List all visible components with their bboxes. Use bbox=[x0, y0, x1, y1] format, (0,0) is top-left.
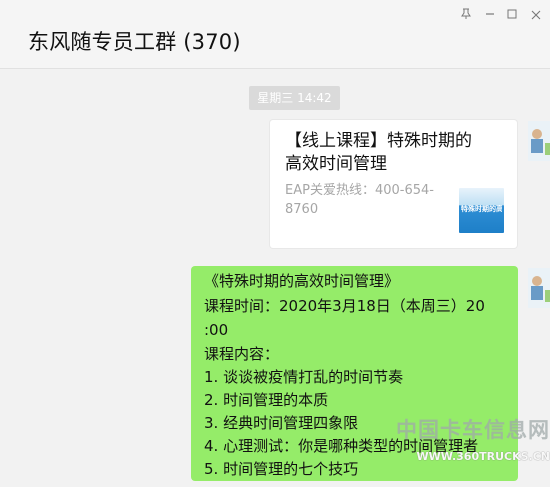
maximize-icon[interactable] bbox=[502, 6, 522, 26]
message-line: 课程时间：2020年3月18日（本周三）20 bbox=[204, 297, 485, 315]
chat-header: 东风随专员工群 (370) bbox=[0, 0, 550, 69]
message-timestamp: 星期三 14:42 bbox=[249, 86, 340, 110]
chat-title: 东风随专员工群 (370) bbox=[28, 30, 241, 54]
message-line: 2. 时间管理的本质 bbox=[204, 391, 329, 409]
message-line: :00 bbox=[204, 321, 229, 339]
thumbnail-text: 特殊时期的高效时间管理 bbox=[461, 205, 502, 213]
card-thumbnail: 特殊时期的高效时间管理 bbox=[459, 188, 504, 233]
message-line: 《特殊时期的高效时间管理》 bbox=[204, 272, 400, 290]
pin-icon[interactable] bbox=[456, 6, 476, 26]
sender-avatar[interactable] bbox=[528, 268, 550, 308]
message-line: 1. 谈谈被疫情打乱的时间节奏 bbox=[204, 368, 404, 386]
card-title: 【线上课程】特殊时期的高效时间管理 bbox=[285, 131, 472, 174]
message-line: 5. 时间管理的七个技巧 bbox=[204, 460, 359, 478]
article-link-card[interactable]: 【线上课程】特殊时期的高效时间管理 EAP关爱热线：400-654-8760 特… bbox=[270, 120, 517, 248]
close-icon[interactable] bbox=[526, 6, 546, 26]
text-message-bubble[interactable]: 《特殊时期的高效时间管理》 课程时间：2020年3月18日（本周三）20 :00… bbox=[191, 266, 518, 481]
message-line: 3. 经典时间管理四象限 bbox=[204, 414, 359, 432]
card-description: EAP关爱热线：400-654-8760 bbox=[285, 183, 434, 217]
minimize-icon[interactable] bbox=[480, 6, 500, 26]
message-line: 课程内容： bbox=[204, 345, 280, 363]
sender-avatar[interactable] bbox=[528, 121, 550, 161]
message-line: 4. 心理测试：你是哪种类型的时间管理者 bbox=[204, 437, 479, 455]
